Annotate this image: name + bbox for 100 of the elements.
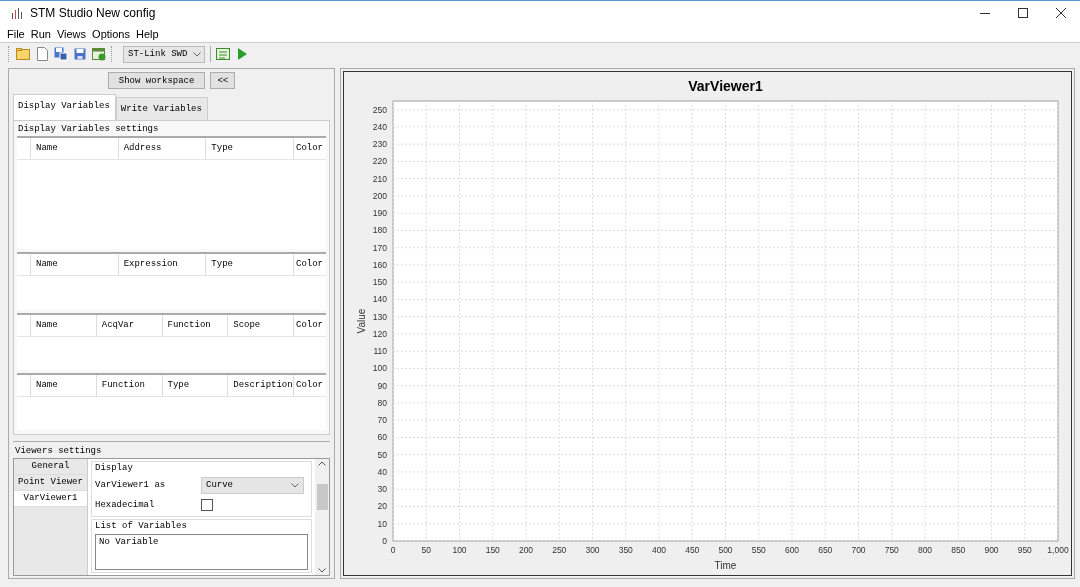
probe-dropdown[interactable]: ST-Link SWD bbox=[123, 45, 206, 63]
chevron-down-icon bbox=[193, 51, 202, 57]
scrollbar-thumb[interactable] bbox=[316, 484, 328, 510]
list-item: No Variable bbox=[99, 537, 160, 547]
menu-item[interactable]: Options bbox=[89, 27, 133, 40]
column-header[interactable]: Scope bbox=[228, 314, 294, 336]
x-tick-label: 750 bbox=[884, 545, 899, 555]
x-tick-label: 450 bbox=[685, 545, 700, 555]
y-tick-label: 200 bbox=[372, 190, 387, 201]
y-tick-label: 30 bbox=[377, 484, 387, 495]
maximize-icon bbox=[1018, 8, 1028, 18]
column-header[interactable]: Name bbox=[31, 374, 97, 396]
y-axis-label: Value bbox=[356, 308, 367, 334]
folder-icon[interactable] bbox=[16, 47, 30, 61]
chevron-down-icon bbox=[291, 482, 299, 488]
export-icon[interactable] bbox=[92, 47, 106, 61]
scrollbar[interactable] bbox=[315, 459, 329, 575]
menu-item[interactable]: File bbox=[4, 27, 28, 40]
chart-title: VarViewer1 bbox=[688, 78, 763, 94]
x-tick-label: 550 bbox=[751, 545, 766, 555]
y-tick-label: 10 bbox=[377, 518, 387, 529]
y-tick-label: 60 bbox=[377, 432, 387, 443]
save-icon[interactable] bbox=[73, 47, 87, 61]
x-tick-label: 850 bbox=[951, 545, 966, 555]
column-header[interactable]: Color bbox=[294, 138, 326, 159]
y-tick-label: 250 bbox=[372, 104, 387, 115]
column-header[interactable]: Name bbox=[31, 254, 119, 276]
y-tick-label: 20 bbox=[377, 501, 387, 512]
y-tick-label: 90 bbox=[377, 380, 387, 391]
y-tick-label: 0 bbox=[382, 536, 387, 546]
new-file-icon[interactable] bbox=[35, 47, 49, 61]
y-tick-label: 50 bbox=[377, 449, 387, 460]
x-tick-label: 200 bbox=[518, 545, 534, 555]
column-header[interactable]: AcqVar bbox=[96, 314, 163, 336]
x-tick-label: 700 bbox=[851, 545, 866, 555]
x-tick-label: 1,000 bbox=[1047, 545, 1069, 555]
viewer-list-item[interactable]: General bbox=[14, 459, 87, 475]
x-tick-label: 400 bbox=[651, 545, 667, 555]
y-tick-label: 180 bbox=[372, 225, 387, 236]
column-header[interactable]: Name bbox=[31, 314, 97, 336]
column-header[interactable]: Description bbox=[228, 374, 294, 396]
chevron-up-icon bbox=[318, 461, 326, 466]
menu-item[interactable]: Run bbox=[27, 27, 54, 40]
x-tick-label: 650 bbox=[818, 545, 833, 555]
hexadecimal-checkbox[interactable] bbox=[201, 499, 213, 511]
x-tick-label: 150 bbox=[485, 545, 500, 555]
y-tick-label: 150 bbox=[372, 277, 387, 288]
column-header[interactable]: Name bbox=[31, 138, 119, 159]
y-tick-label: 40 bbox=[377, 467, 387, 477]
y-tick-label: 190 bbox=[372, 208, 387, 219]
show-workspace-button[interactable]: Show workspace bbox=[107, 72, 206, 89]
x-tick-label: 50 bbox=[421, 545, 431, 555]
tab[interactable]: Write Variables bbox=[115, 97, 208, 120]
x-tick-label: 800 bbox=[917, 545, 933, 555]
x-tick-label: 350 bbox=[618, 545, 633, 555]
column-header[interactable]: Function bbox=[162, 314, 229, 336]
chevron-down-icon bbox=[318, 568, 326, 573]
group-title: Display bbox=[95, 462, 134, 474]
menu-item[interactable]: Views bbox=[53, 27, 90, 40]
y-tick-label: 140 bbox=[372, 294, 387, 305]
y-tick-label: 170 bbox=[372, 242, 387, 253]
y-tick-label: 230 bbox=[372, 139, 387, 150]
column-header[interactable]: Expression bbox=[118, 254, 207, 276]
x-tick-label: 250 bbox=[552, 545, 567, 555]
column-header[interactable]: Color bbox=[294, 254, 326, 276]
field-label: Hexadecimal bbox=[95, 500, 156, 510]
window-title: STM Studio New config bbox=[30, 6, 157, 20]
section-title: Viewers settings bbox=[14, 445, 103, 458]
y-tick-label: 120 bbox=[372, 328, 387, 339]
y-tick-label: 130 bbox=[372, 311, 387, 322]
column-header[interactable]: Function bbox=[96, 374, 163, 396]
group-title: List of Variables bbox=[95, 520, 188, 532]
x-tick-label: 950 bbox=[1017, 545, 1032, 555]
x-tick-label: 900 bbox=[984, 545, 999, 555]
field-label: VarViewer1 as bbox=[95, 480, 167, 490]
column-header[interactable]: Color bbox=[294, 314, 326, 336]
menu-item[interactable]: Help bbox=[133, 27, 162, 40]
x-tick-label: 300 bbox=[585, 545, 600, 555]
tab[interactable]: Display Variables bbox=[13, 94, 116, 120]
y-tick-label: 210 bbox=[372, 173, 387, 184]
y-tick-label: 70 bbox=[377, 415, 387, 426]
app-logo-icon bbox=[12, 7, 24, 19]
y-tick-label: 110 bbox=[373, 346, 387, 357]
column-header[interactable]: Color bbox=[294, 374, 326, 396]
y-tick-label: 80 bbox=[377, 397, 387, 408]
table-icon[interactable] bbox=[216, 47, 231, 61]
variables-list[interactable]: No Variable bbox=[95, 534, 308, 570]
y-tick-label: 220 bbox=[372, 156, 387, 167]
y-tick-label: 240 bbox=[372, 121, 387, 132]
column-header[interactable]: Type bbox=[206, 254, 294, 276]
x-axis-label: Time bbox=[714, 560, 737, 571]
display-type-dropdown[interactable]: Curve bbox=[201, 476, 304, 494]
column-header[interactable]: Type bbox=[206, 138, 294, 159]
y-tick-label: 160 bbox=[372, 259, 387, 270]
section-title: Display Variables settings bbox=[17, 124, 160, 136]
column-header[interactable]: Type bbox=[162, 374, 229, 396]
save-as-icon[interactable] bbox=[54, 47, 68, 61]
viewer-list-item[interactable]: VarViewer1 bbox=[14, 491, 87, 507]
column-header[interactable]: Address bbox=[118, 138, 207, 159]
collapse-button[interactable]: << bbox=[210, 72, 236, 89]
